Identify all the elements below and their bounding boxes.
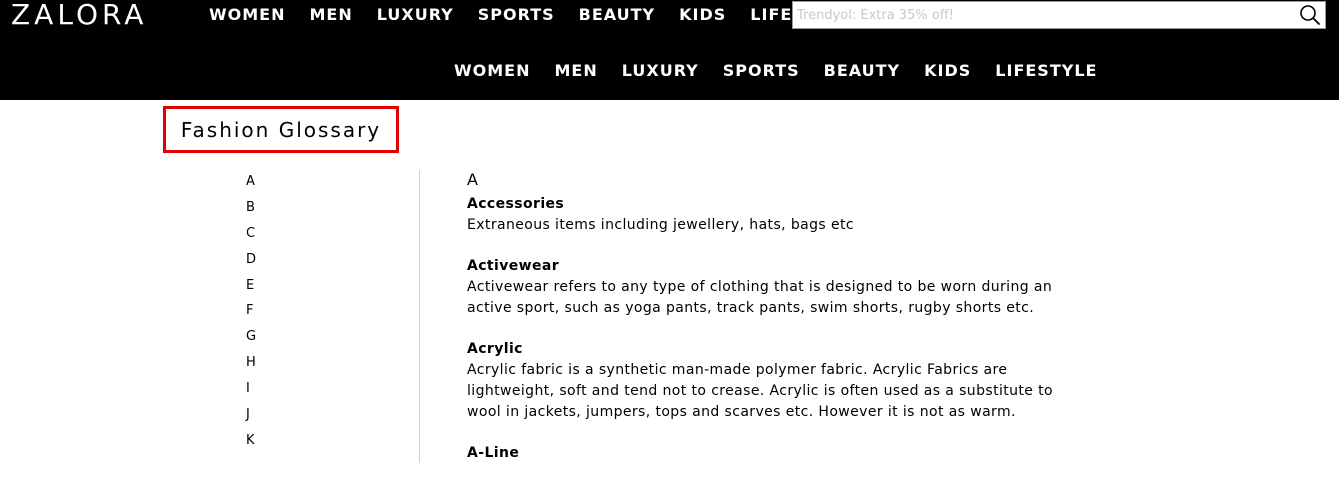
site-header: ZALORA WOMEN MEN LUXURY SPORTS BEAUTY KI… xyxy=(0,0,1339,100)
letter-item: C xyxy=(246,224,256,250)
letter-item: K xyxy=(246,431,256,457)
letter-link-e[interactable]: E xyxy=(246,278,254,293)
sub-nav-women[interactable]: WOMEN xyxy=(454,61,531,81)
sub-nav: WOMEN MEN LUXURY SPORTS BEAUTY KIDS LIFE… xyxy=(454,61,1121,81)
glossary-term: Activewear Activewear refers to any type… xyxy=(467,256,1087,319)
letter-link-k[interactable]: K xyxy=(246,433,255,448)
letter-item: G xyxy=(246,327,256,353)
sub-nav-luxury[interactable]: LUXURY xyxy=(622,61,699,81)
letter-link-g[interactable]: G xyxy=(246,329,256,344)
term-definition: Acrylic fabric is a synthetic man-made p… xyxy=(467,362,1054,420)
top-nav-men[interactable]: MEN xyxy=(310,5,353,25)
letter-item: J xyxy=(246,405,256,431)
letter-item: H xyxy=(246,353,256,379)
letter-item: I xyxy=(246,379,256,405)
letter-link-a[interactable]: A xyxy=(246,174,255,189)
letter-item: E xyxy=(246,276,256,302)
letter-item: B xyxy=(246,198,256,224)
search-input[interactable] xyxy=(793,2,1283,28)
page-title-highlight: Fashion Glossary xyxy=(163,106,399,153)
sub-nav-beauty[interactable]: BEAUTY xyxy=(824,61,901,81)
top-nav-sports[interactable]: SPORTS xyxy=(478,5,555,25)
letter-link-b[interactable]: B xyxy=(246,200,255,215)
term-name: Activewear xyxy=(467,258,560,274)
section-letter-heading: A xyxy=(467,170,479,189)
letter-link-c[interactable]: C xyxy=(246,226,255,241)
zalora-logo[interactable]: ZALORA xyxy=(11,0,147,30)
term-name: A-Line xyxy=(467,445,520,461)
sub-nav-kids[interactable]: KIDS xyxy=(924,61,971,81)
letter-index: A B C D E F G H I J K xyxy=(246,172,256,457)
letter-item: A xyxy=(246,172,256,198)
letter-item: D xyxy=(246,250,256,276)
term-definition: Extraneous items including jewellery, ha… xyxy=(467,217,854,233)
glossary-term: Accessories Extraneous items including j… xyxy=(467,194,1087,236)
top-nav-beauty[interactable]: BEAUTY xyxy=(579,5,656,25)
glossary-content: A Accessories Extraneous items including… xyxy=(467,170,1087,484)
letter-link-j[interactable]: J xyxy=(246,407,250,422)
search-box xyxy=(792,1,1326,29)
top-nav-kids[interactable]: KIDS xyxy=(679,5,726,25)
column-divider xyxy=(419,170,420,463)
letter-link-f[interactable]: F xyxy=(246,303,253,318)
sub-nav-lifestyle[interactable]: LIFESTYLE xyxy=(995,61,1097,81)
top-nav-luxury[interactable]: LUXURY xyxy=(377,5,454,25)
letter-link-h[interactable]: H xyxy=(246,355,256,370)
term-name: Accessories xyxy=(467,196,565,212)
top-nav: WOMEN MEN LUXURY SPORTS BEAUTY KIDS LIFE… xyxy=(209,5,876,25)
sub-nav-sports[interactable]: SPORTS xyxy=(723,61,800,81)
top-nav-women[interactable]: WOMEN xyxy=(209,5,286,25)
letter-link-i[interactable]: I xyxy=(246,381,250,396)
search-icon[interactable] xyxy=(1299,4,1321,26)
glossary-term: Acrylic Acrylic fabric is a synthetic ma… xyxy=(467,339,1087,423)
sub-nav-men[interactable]: MEN xyxy=(555,61,598,81)
letter-item: F xyxy=(246,301,256,327)
page-title: Fashion Glossary xyxy=(180,117,382,142)
letter-link-d[interactable]: D xyxy=(246,252,256,267)
term-definition: Activewear refers to any type of clothin… xyxy=(467,279,1053,316)
term-name: Acrylic xyxy=(467,341,523,357)
glossary-term: A-Line xyxy=(467,443,1087,464)
